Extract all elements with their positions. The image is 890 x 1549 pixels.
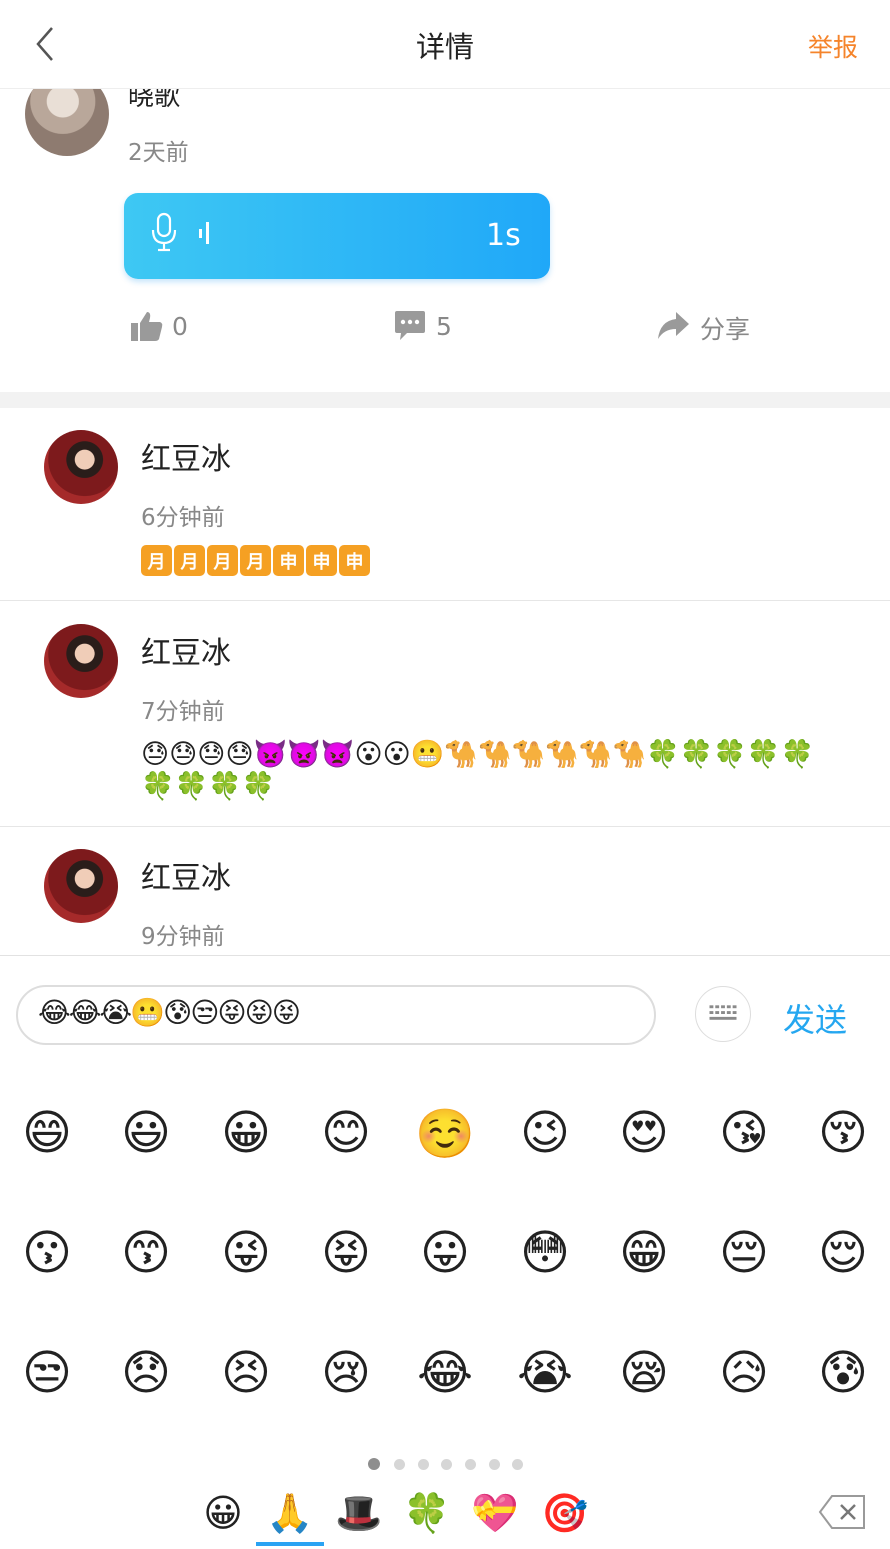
comment-author-name: 红豆冰: [141, 861, 231, 896]
emoji-key[interactable]: 😌: [813, 1223, 873, 1283]
emoji-category-tab[interactable]: 🍀: [402, 1488, 452, 1538]
badge-emoji: 月: [240, 545, 271, 576]
keyboard-toggle-button[interactable]: [695, 986, 751, 1042]
comment-timestamp: 7分钟前: [141, 699, 225, 725]
emoji-key[interactable]: 😍: [614, 1103, 674, 1163]
comment-input-value[interactable]: 😂😂😭😬😰😒😝😝😝: [38, 996, 301, 1029]
emoji-key[interactable]: 😭: [515, 1343, 575, 1403]
comment-avatar[interactable]: [44, 849, 118, 923]
share-arrow-icon[interactable]: [656, 309, 690, 343]
emoji-key[interactable]: 😣: [216, 1343, 276, 1403]
emoji-category-tab[interactable]: 🙏: [265, 1488, 315, 1538]
comment-avatar[interactable]: [44, 624, 118, 698]
page-indicator-dot[interactable]: [512, 1459, 523, 1470]
comment-author-name: 红豆冰: [141, 636, 231, 671]
emoji-category-tab[interactable]: 💝: [470, 1488, 520, 1538]
emoji-key[interactable]: 😉: [515, 1103, 575, 1163]
emoji-key[interactable]: 😚: [813, 1103, 873, 1163]
emoji-key[interactable]: ☺️: [415, 1103, 475, 1163]
badge-emoji: 申: [306, 545, 337, 576]
emoji-key[interactable]: 😳: [515, 1223, 575, 1283]
active-category-indicator: [256, 1542, 324, 1546]
keyboard-icon: [709, 1005, 737, 1020]
page-indicator-dot[interactable]: [465, 1459, 476, 1470]
emoji-key[interactable]: 😀: [216, 1103, 276, 1163]
page-indicator-dot[interactable]: [489, 1459, 500, 1470]
like-count: 0: [172, 312, 188, 341]
emoji-key[interactable]: 😰: [813, 1343, 873, 1403]
thumbs-up-icon[interactable]: [130, 309, 164, 343]
badge-emoji: 申: [339, 545, 370, 576]
comment-emoji-text: 🍀🍀🍀🍀: [141, 771, 276, 802]
emoji-key[interactable]: 😜: [216, 1223, 276, 1283]
share-button[interactable]: 分享: [700, 310, 750, 346]
comment-avatar[interactable]: [44, 430, 118, 504]
comment-icon[interactable]: [393, 309, 427, 343]
comment-timestamp: 6分钟前: [141, 505, 225, 531]
emoji-key[interactable]: 😃: [116, 1103, 176, 1163]
badge-emoji: 月: [174, 545, 205, 576]
report-button[interactable]: 举报: [808, 28, 858, 64]
badge-emoji: 月: [207, 545, 238, 576]
comment-author-name: 红豆冰: [141, 442, 231, 477]
emoji-key[interactable]: 😥: [714, 1343, 774, 1403]
page-indicator-dot[interactable]: [418, 1459, 429, 1470]
emoji-category-tab[interactable]: 😀: [198, 1488, 248, 1538]
send-button[interactable]: 发送: [783, 995, 847, 1041]
page-indicator-dot[interactable]: [441, 1459, 452, 1470]
emoji-category-tab[interactable]: 🎩: [334, 1488, 384, 1538]
emoji-key[interactable]: 😞: [116, 1343, 176, 1403]
emoji-key[interactable]: 😛: [415, 1223, 475, 1283]
emoji-key[interactable]: 😁: [614, 1223, 674, 1283]
badge-emoji: 月: [141, 545, 172, 576]
page-indicator-dot[interactable]: [368, 1458, 380, 1470]
badge-emoji: 申: [273, 545, 304, 576]
sound-wave-icon: [199, 222, 209, 244]
comment-count: 5: [436, 312, 452, 341]
emoji-key[interactable]: 😙: [116, 1223, 176, 1283]
comment-divider: [0, 826, 890, 827]
section-separator: [0, 392, 890, 408]
emoji-key[interactable]: 😢: [316, 1343, 376, 1403]
voice-duration: 1s: [486, 218, 521, 253]
emoji-key[interactable]: 😂: [415, 1343, 475, 1403]
backspace-icon[interactable]: [818, 1494, 866, 1530]
emoji-key[interactable]: 😝: [316, 1223, 376, 1283]
emoji-key[interactable]: 😘: [714, 1103, 774, 1163]
page-title: 详情: [415, 30, 474, 64]
comment-timestamp: 9分钟前: [141, 924, 225, 950]
emoji-key[interactable]: 😗: [17, 1223, 77, 1283]
page-indicator-dot[interactable]: [394, 1459, 405, 1470]
comment-emoji-badges: 月 月 月 月 申 申 申: [141, 545, 370, 576]
emoji-key[interactable]: 😊: [316, 1103, 376, 1163]
post-timestamp: 2天前: [128, 140, 189, 166]
emoji-key[interactable]: 😄: [17, 1103, 77, 1163]
emoji-key[interactable]: 😒: [17, 1343, 77, 1403]
comment-divider: [0, 600, 890, 601]
comment-emoji-text: 😓😓😓😓👿👿👿😮😮😬🐪🐪🐪🐪🐪🐪🍀🍀🍀🍀🍀: [141, 739, 815, 770]
emoji-key[interactable]: 😔: [714, 1223, 774, 1283]
emoji-category-tab[interactable]: 🎯: [540, 1488, 590, 1538]
emoji-key[interactable]: 😪: [614, 1343, 674, 1403]
microphone-icon: [151, 212, 177, 252]
